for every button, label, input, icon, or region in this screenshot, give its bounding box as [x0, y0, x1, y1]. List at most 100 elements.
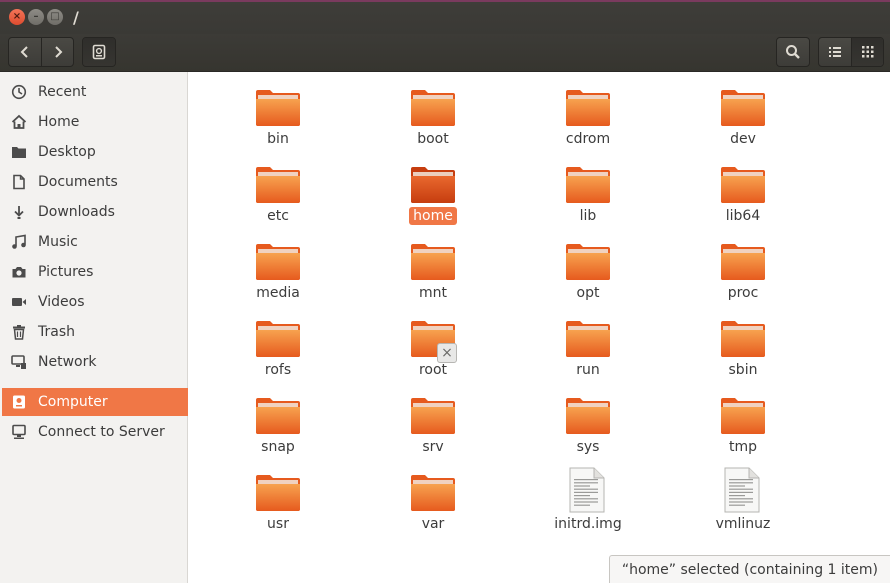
folder-icon: [254, 319, 302, 359]
folder-icon: [254, 242, 302, 282]
folder-icon: [564, 242, 612, 282]
folder-icon: [564, 165, 612, 205]
folder-item[interactable]: usr: [223, 457, 333, 532]
sidebar-item-downloads[interactable]: Downloads: [2, 198, 188, 226]
folder-icon: [10, 143, 28, 161]
maximize-window-button[interactable]: □: [47, 9, 63, 25]
sidebar-item-desktop[interactable]: Desktop: [2, 138, 188, 166]
network-icon: [10, 353, 28, 371]
sidebar-item-label: Trash: [38, 324, 75, 340]
folder-item[interactable]: opt: [533, 226, 643, 301]
folder-icon: [719, 242, 767, 282]
chevron-left-icon: [20, 46, 28, 58]
folder-item[interactable]: rofs: [223, 303, 333, 378]
folder-icon: [409, 396, 457, 436]
folder-icon: [409, 88, 457, 128]
sidebar-item-label: Music: [38, 234, 78, 250]
folder-item[interactable]: cdrom: [533, 72, 643, 147]
file-name-label: proc: [727, 285, 759, 301]
folder-item[interactable]: sys: [533, 380, 643, 455]
status-bar: “home” selected (containing 1 item): [608, 555, 890, 583]
location-root-button[interactable]: [83, 38, 115, 66]
sidebar-item-label: Documents: [38, 174, 118, 190]
folder-item[interactable]: snap: [223, 380, 333, 455]
text-file-icon: [564, 467, 612, 513]
text-file-icon: [719, 467, 767, 513]
sidebar-item-pictures[interactable]: Pictures: [2, 258, 188, 286]
toolbar: [0, 34, 890, 72]
folder-item[interactable]: boot: [378, 72, 488, 147]
file-name-label: bin: [267, 131, 289, 147]
sidebar-item-home[interactable]: Home: [2, 108, 188, 136]
folder-icon: [719, 319, 767, 359]
camera-icon: [10, 263, 28, 281]
list-view-button[interactable]: [819, 38, 851, 66]
sidebar-item-music[interactable]: Music: [2, 228, 188, 256]
folder-item[interactable]: dev: [688, 72, 798, 147]
computer-icon: [10, 393, 28, 411]
sidebar-item-videos[interactable]: Videos: [2, 288, 188, 316]
file-name-label: var: [421, 516, 445, 532]
close-icon: ×: [12, 11, 22, 22]
folder-icon: ×: [409, 319, 457, 363]
sidebar-item-trash[interactable]: Trash: [2, 318, 188, 346]
sidebar-item-recent[interactable]: Recent: [2, 78, 188, 106]
server-icon: [10, 423, 28, 441]
location-bar: [82, 37, 116, 67]
folder-item[interactable]: sbin: [688, 303, 798, 378]
file-name-label: media: [256, 285, 300, 301]
close-window-button[interactable]: ×: [9, 9, 25, 25]
forward-button[interactable]: [41, 38, 73, 66]
file-name-label: lib: [579, 208, 597, 224]
file-name-label: srv: [422, 439, 444, 455]
folder-icon: [409, 242, 457, 282]
grid-view-button[interactable]: [851, 38, 883, 66]
folder-item[interactable]: var: [378, 457, 488, 532]
music-icon: [10, 233, 28, 251]
sidebar-item-computer[interactable]: Computer: [2, 388, 188, 416]
folder-icon: [564, 396, 612, 436]
folder-item[interactable]: srv: [378, 380, 488, 455]
sidebar-item-label: Videos: [38, 294, 85, 310]
back-button[interactable]: [9, 38, 41, 66]
folder-item[interactable]: etc: [223, 149, 333, 224]
folder-item[interactable]: bin: [223, 72, 333, 147]
sidebar-item-connect-to-server[interactable]: Connect to Server: [2, 418, 188, 446]
search-button[interactable]: [777, 38, 809, 66]
folder-item[interactable]: proc: [688, 226, 798, 301]
search-icon: [786, 45, 800, 59]
file-name-label: rofs: [264, 362, 292, 378]
folder-icon: [254, 88, 302, 128]
file-view: bin boot cdrom dev etc home lib lib64 media mnt op…: [189, 72, 890, 583]
file-name-label: boot: [417, 131, 449, 147]
folder-icon: [409, 165, 457, 205]
folder-item[interactable]: lib64: [688, 149, 798, 224]
folder-icon: [564, 319, 612, 359]
sidebar-item-network[interactable]: Network: [2, 348, 188, 376]
search-button-group: [776, 37, 810, 67]
minimize-window-button[interactable]: –: [28, 9, 44, 25]
window-title: /: [73, 8, 79, 27]
drive-icon: [92, 44, 106, 60]
grid-view-icon: [861, 46, 873, 58]
folder-item[interactable]: home: [378, 149, 488, 225]
folder-item[interactable]: mnt: [378, 226, 488, 301]
file-item[interactable]: initrd.img: [533, 457, 643, 532]
file-name-label: initrd.img: [554, 516, 622, 532]
download-icon: [10, 203, 28, 221]
sidebar-item-label: Recent: [38, 84, 87, 100]
folder-icon: [564, 88, 612, 128]
folder-item[interactable]: media: [223, 226, 333, 301]
folder-item[interactable]: × root: [378, 303, 488, 378]
video-icon: [10, 293, 28, 311]
file-item[interactable]: vmlinuz: [688, 457, 798, 532]
file-name-label: opt: [576, 285, 600, 301]
folder-item[interactable]: lib: [533, 149, 643, 224]
folder-item[interactable]: run: [533, 303, 643, 378]
file-name-label: mnt: [419, 285, 447, 301]
file-name-label: snap: [261, 439, 295, 455]
folder-item[interactable]: tmp: [688, 380, 798, 455]
file-name-label: etc: [267, 208, 289, 224]
file-name-label: sbin: [728, 362, 758, 378]
sidebar-item-documents[interactable]: Documents: [2, 168, 188, 196]
